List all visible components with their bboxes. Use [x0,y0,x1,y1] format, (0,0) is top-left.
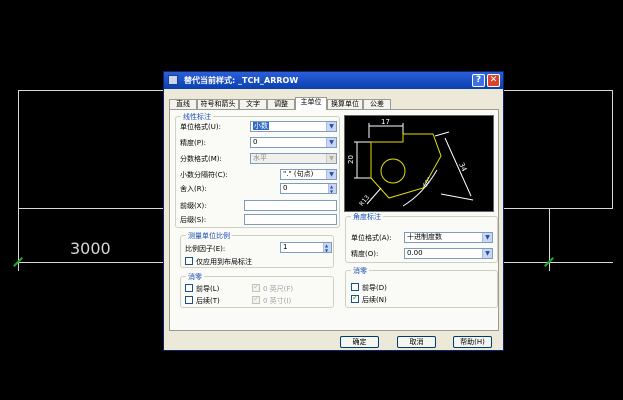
angular-precision-value: 0.00 [407,249,423,257]
cancel-button[interactable]: 取消 [397,336,436,348]
fraction-format-select: 水平 ▼ [250,153,337,164]
suffix-input[interactable] [244,214,337,225]
fraction-format-label: 分数格式(M): [180,155,222,163]
zero-feet-label: 0 英尺(F) [263,285,294,293]
angular-unit-format-select[interactable]: 十进制度数 ▼ [404,232,493,243]
leading-zero-checkbox[interactable] [185,284,193,292]
ok-button[interactable]: 确定 [340,336,379,348]
measurement-scale-title: 测量单位比例 [186,231,232,241]
zero-suppression-linear-title: 消零 [186,272,204,282]
prefix-input[interactable] [244,200,337,211]
cad-tick-mark-right [545,258,553,266]
help-icon[interactable]: ? [472,74,485,87]
app-icon [168,75,178,85]
angular-leading-zero-label: 前导(D) [362,284,387,292]
unit-format-value: 小数 [253,122,269,130]
precision-value: 0 [253,138,258,146]
close-icon[interactable]: ✕ [487,74,500,87]
unit-format-label: 单位格式(U): [180,123,221,131]
dimension-preview: 17 20 34 R13 60° [344,115,494,212]
scale-factor-input[interactable]: 1 [280,242,332,253]
dimension-style-override-dialog: 替代当前样式: _TCH_ARROW ? ✕ 直线 符号和箭头 文字 调整 主单… [163,71,504,351]
prefix-label: 前缀(X): [180,202,207,210]
cad-dimension-text: 3000 [70,239,111,258]
preview-dim-34: 34 [457,161,468,173]
trailing-zero-label: 后续(T) [196,297,220,305]
dialog-title-bar[interactable]: 替代当前样式: _TCH_ARROW ? ✕ [164,72,503,89]
zero-suppression-angular-title: 消零 [351,266,369,276]
round-off-input[interactable]: 0 [280,183,337,194]
spinner-icon[interactable] [323,243,331,252]
unit-format-select[interactable]: 小数 ▼ [250,121,337,132]
angular-trailing-zero-checkbox[interactable] [351,293,359,303]
chevron-down-icon[interactable]: ▼ [482,249,492,258]
apply-layout-only-label: 仅应用到布局标注 [196,258,252,266]
angular-unit-format-label: 单位格式(A): [351,234,392,242]
round-off-label: 舍入(R): [180,185,207,193]
angular-unit-format-value: 十进制度数 [407,233,442,241]
help-button[interactable]: 帮助(H) [453,336,492,348]
round-off-value: 0 [283,184,288,192]
leading-zero-label: 前导(L) [196,285,220,293]
zero-inches-checkbox [252,294,260,304]
chevron-down-icon[interactable]: ▼ [326,138,336,147]
precision-label: 精度(P): [180,139,207,147]
cad-tick-mark-left [14,258,22,266]
preview-dim-17: 17 [381,118,390,126]
suffix-label: 后缀(S): [180,216,207,224]
tab-primary-units[interactable]: 主单位 [295,97,327,110]
chevron-down-icon[interactable]: ▼ [326,170,336,179]
preview-drawing: 17 20 34 R13 60° [347,118,474,208]
chevron-down-icon[interactable]: ▼ [482,233,492,242]
fraction-format-value: 水平 [253,154,267,162]
chevron-down-icon[interactable]: ▼ [326,122,336,131]
zero-feet-checkbox [252,282,260,292]
angular-precision-label: 精度(O): [351,250,379,258]
chevron-down-icon: ▼ [326,154,336,163]
trailing-zero-checkbox[interactable] [185,296,193,304]
angular-leading-zero-checkbox[interactable] [351,283,359,291]
preview-dim-20: 20 [347,155,355,164]
zero-inches-label: 0 英寸(I) [263,297,292,305]
spinner-icon[interactable] [328,184,336,193]
angular-precision-select[interactable]: 0.00 ▼ [404,248,493,259]
scale-factor-label: 比例因子(E): [185,245,226,253]
dialog-title: 替代当前样式: _TCH_ARROW [184,76,299,85]
precision-select[interactable]: 0 ▼ [250,137,337,148]
decimal-separator-value: "." (句点) [283,170,314,178]
linear-dimensions-title: 线性标注 [181,112,213,122]
decimal-separator-label: 小数分隔符(C): [180,171,228,179]
angular-dimensions-title: 角度标注 [351,212,383,222]
decimal-separator-select[interactable]: "." (句点) ▼ [280,169,337,180]
apply-layout-only-checkbox[interactable] [185,257,193,265]
angular-trailing-zero-label: 后续(N) [362,296,387,304]
scale-factor-value: 1 [283,243,288,251]
